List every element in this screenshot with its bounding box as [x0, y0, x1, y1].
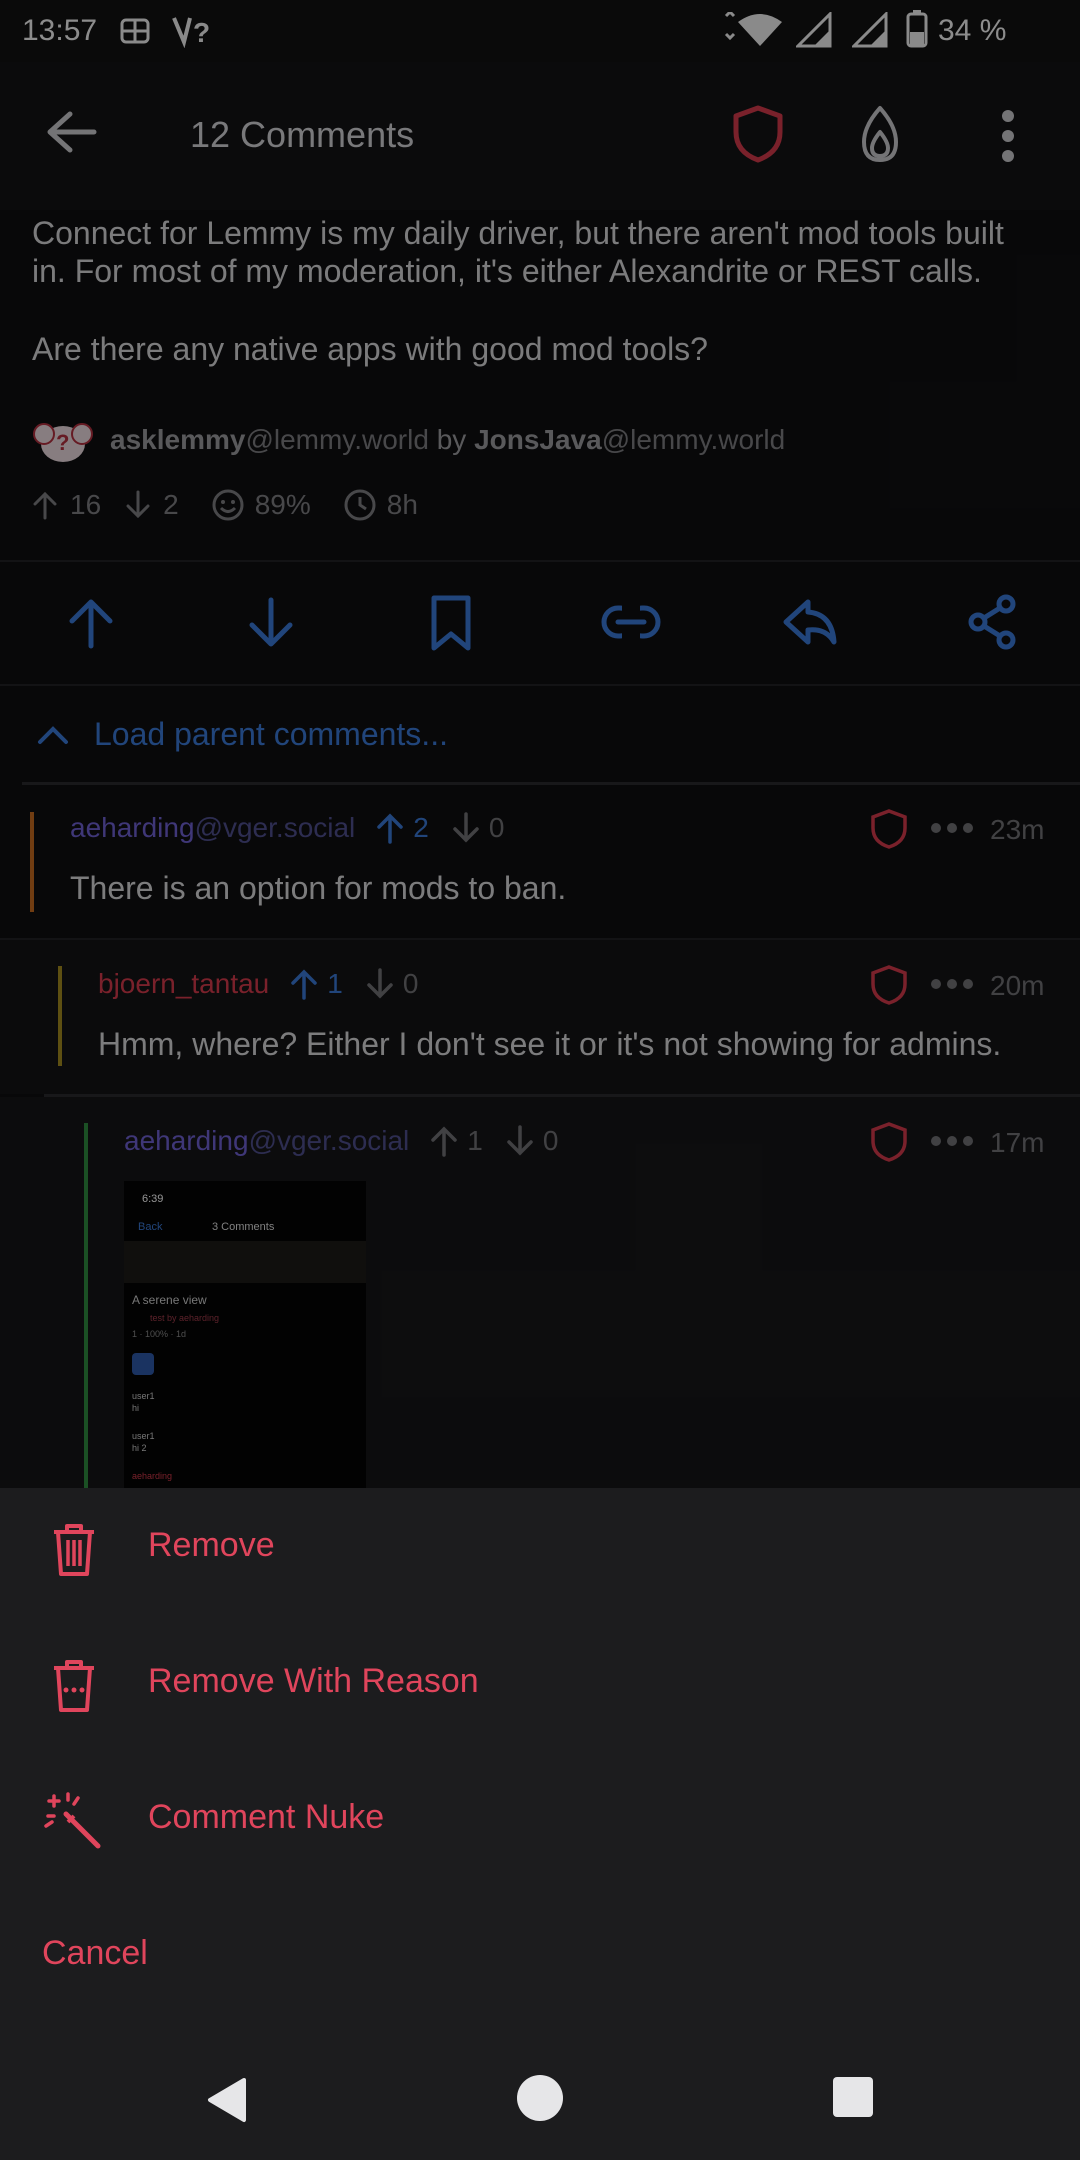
nav-recents-icon[interactable] — [832, 2076, 874, 2118]
modal-scrim[interactable] — [0, 0, 1080, 1488]
remove-with-reason-label: Remove With Reason — [148, 1662, 479, 1700]
system-nav-bar — [0, 2036, 1080, 2160]
comment-nuke-action[interactable]: Comment Nuke — [0, 1760, 1080, 1880]
nav-home-icon[interactable] — [516, 2074, 564, 2122]
nav-back-icon[interactable] — [204, 2076, 248, 2124]
moderation-action-sheet: Remove Remove With Reason Comment Nuke C… — [0, 1488, 1080, 2036]
trash-dots-icon — [50, 1658, 98, 1714]
remove-action[interactable]: Remove — [0, 1488, 1080, 1608]
remove-with-reason-action[interactable]: Remove With Reason — [0, 1624, 1080, 1744]
magic-wand-icon — [44, 1792, 104, 1852]
remove-label: Remove — [148, 1526, 275, 1564]
trash-icon — [50, 1522, 98, 1578]
comment-nuke-label: Comment Nuke — [148, 1798, 385, 1836]
cancel-label: Cancel — [42, 1934, 148, 1972]
cancel-action[interactable]: Cancel — [0, 1896, 1080, 2016]
